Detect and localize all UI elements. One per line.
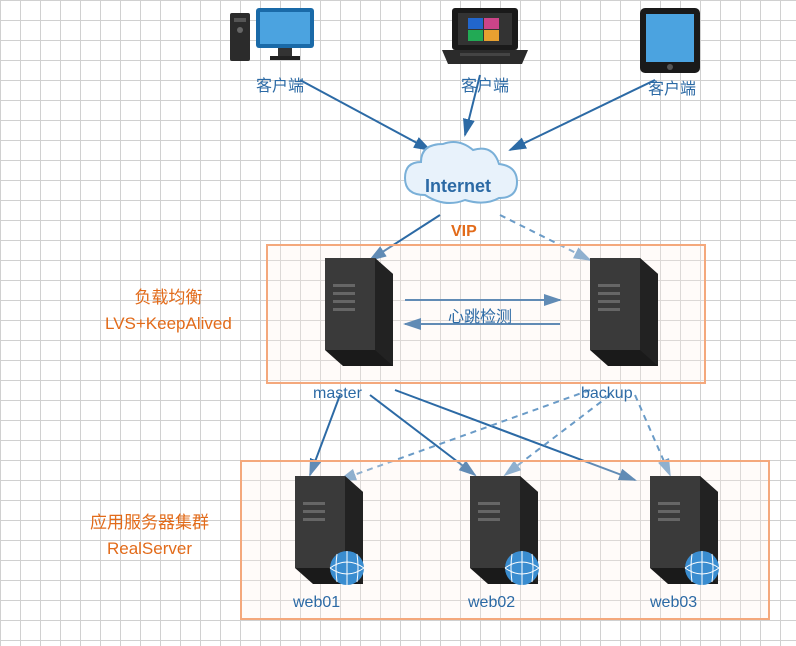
backup-label: backup — [581, 385, 633, 403]
load-balancer-title: 负载均衡 LVS+KeepAlived — [105, 285, 232, 336]
server-web02 — [450, 476, 540, 591]
server-web03 — [630, 476, 720, 591]
heartbeat-label: 心跳检测 — [448, 303, 512, 327]
master-label: master — [313, 385, 362, 403]
server-web01 — [275, 476, 365, 591]
lb-title-line2: LVS+KeepAlived — [105, 314, 232, 333]
server-backup — [570, 258, 660, 373]
client-desktop — [230, 8, 320, 68]
client-laptop-label: 客户端 — [461, 72, 509, 96]
client-tablet — [640, 8, 700, 78]
cloud-icon — [395, 130, 525, 220]
server-icon — [570, 258, 660, 368]
vip-label: VIP — [451, 223, 477, 241]
real-server-title: 应用服务器集群 RealServer — [90, 510, 209, 561]
server-master — [305, 258, 395, 373]
rs-title-line1: 应用服务器集群 — [90, 513, 209, 532]
internet-cloud — [395, 130, 525, 215]
client-tablet-label: 客户端 — [648, 75, 696, 99]
rs-title-line2: RealServer — [107, 539, 192, 558]
tablet-icon — [640, 8, 700, 73]
web-server-icon — [275, 476, 365, 586]
web02-label: web02 — [468, 594, 515, 612]
web-server-icon — [630, 476, 720, 586]
web01-label: web01 — [293, 594, 340, 612]
internet-label: Internet — [425, 176, 491, 197]
client-laptop — [440, 8, 530, 73]
laptop-icon — [440, 8, 530, 68]
web-server-icon — [450, 476, 540, 586]
desktop-icon — [230, 8, 320, 63]
lb-title-line1: 负载均衡 — [134, 288, 202, 307]
client-desktop-label: 客户端 — [256, 72, 304, 96]
server-icon — [305, 258, 395, 368]
web03-label: web03 — [650, 594, 697, 612]
